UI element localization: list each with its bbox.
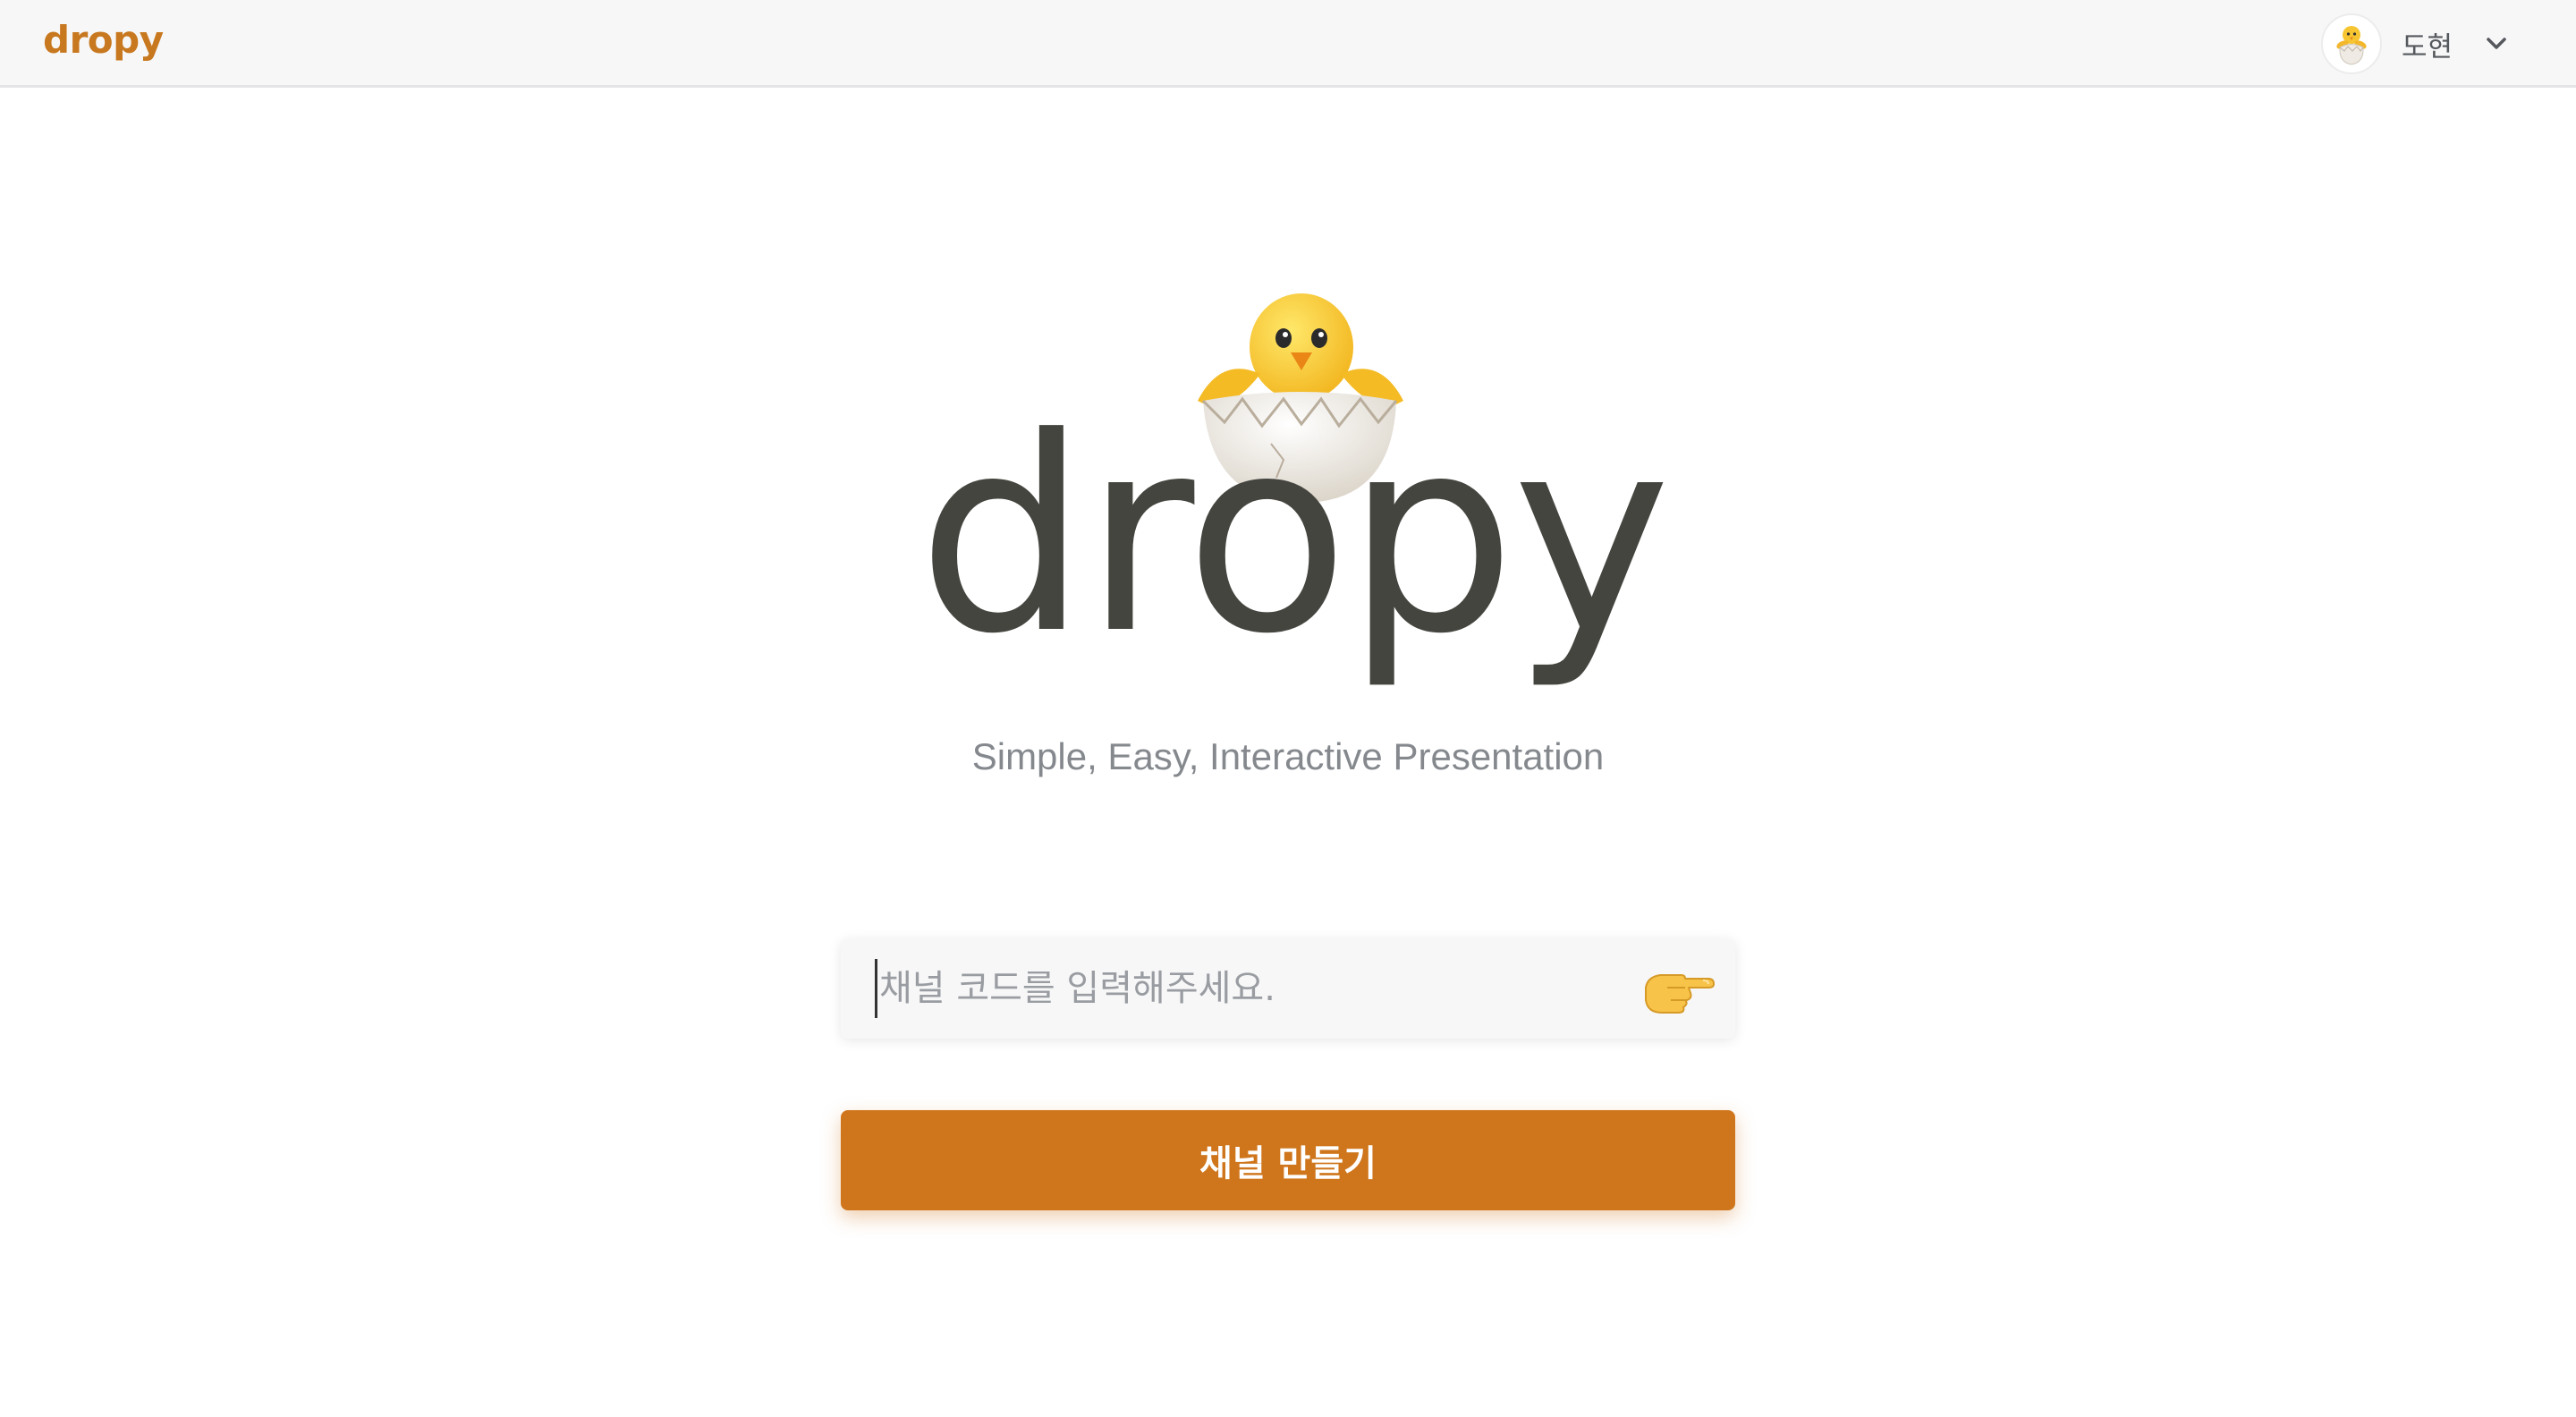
chevron-down-icon[interactable] xyxy=(2483,30,2510,57)
page: dropy 도현 dropy Simple, Easy, Interactive… xyxy=(0,0,2576,1417)
pointing-right-hand-icon[interactable] xyxy=(1640,961,1716,1018)
create-channel-button[interactable]: 채널 만들기 xyxy=(841,1110,1735,1210)
logo-wordmark: dropy xyxy=(917,380,1672,692)
tagline: Simple, Easy, Interactive Presentation xyxy=(971,735,1605,777)
hatching-chick-icon xyxy=(2336,26,2367,65)
user-menu[interactable]: 도현 xyxy=(2320,13,2510,75)
channel-code-field[interactable] xyxy=(841,939,1735,1039)
top-nav-bar: dropy 도현 xyxy=(0,0,2576,88)
avatar[interactable] xyxy=(2320,13,2382,74)
channel-code-input[interactable] xyxy=(875,959,1644,1018)
user-name: 도현 xyxy=(2401,30,2453,64)
brand-logo[interactable]: dropy xyxy=(43,18,164,62)
